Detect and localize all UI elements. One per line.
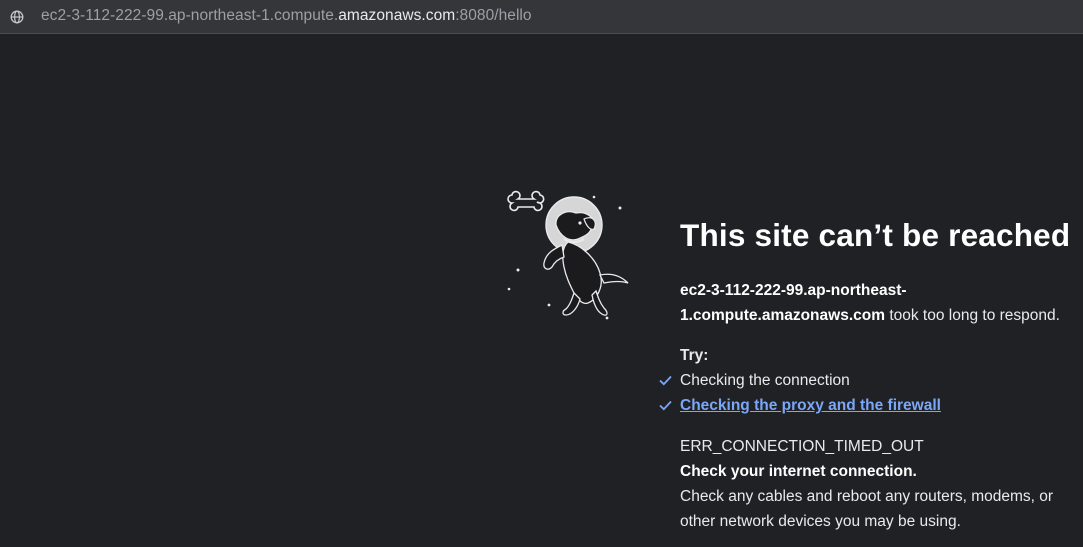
check-connection-details: Check any cables and reboot any routers,… xyxy=(680,488,1054,530)
error-page: This site can’t be reached ec2-3-112-222… xyxy=(0,35,1083,547)
error-description: ec2-3-112-222-99.ap-northeast-1.compute.… xyxy=(680,278,1083,328)
space-dog-illustration xyxy=(507,190,629,320)
suggestions-list: Checking the connection Checking the pro… xyxy=(659,368,1083,418)
error-details: ERR_CONNECTION_TIMED_OUT Check your inte… xyxy=(680,434,1083,534)
error-code: ERR_CONNECTION_TIMED_OUT xyxy=(680,438,924,455)
url-suffix: :8080/hello xyxy=(455,7,532,24)
suggestion-item: Checking the connection xyxy=(659,368,1083,393)
suggestion-check-connection: Checking the connection xyxy=(680,372,850,389)
try-label: Try: xyxy=(680,347,709,364)
checkmark-icon xyxy=(659,400,672,411)
error-main: This site can’t be reached ec2-3-112-222… xyxy=(659,217,1083,534)
globe-icon xyxy=(10,10,24,24)
bone-icon xyxy=(507,190,545,212)
proxy-firewall-link[interactable]: Checking the proxy and the firewall xyxy=(680,397,941,414)
url-prefix: ec2-3-112-222-99.ap-northeast-1.compute. xyxy=(41,7,339,24)
error-title: This site can’t be reached xyxy=(680,217,1071,253)
check-connection-heading: Check your internet connection. xyxy=(680,463,917,480)
address-bar[interactable]: ec2-3-112-222-99.ap-northeast-1.compute.… xyxy=(0,0,1083,34)
suggestion-item: Checking the proxy and the firewall xyxy=(659,393,1083,418)
url-domain: amazonaws.com xyxy=(338,7,456,24)
error-message-suffix: took too long to respond. xyxy=(885,307,1060,324)
host-name: ec2-3-112-222-99.ap-northeast-1.compute.… xyxy=(680,282,907,324)
checkmark-icon xyxy=(659,375,672,386)
url-text[interactable]: ec2-3-112-222-99.ap-northeast-1.compute.… xyxy=(41,7,532,25)
